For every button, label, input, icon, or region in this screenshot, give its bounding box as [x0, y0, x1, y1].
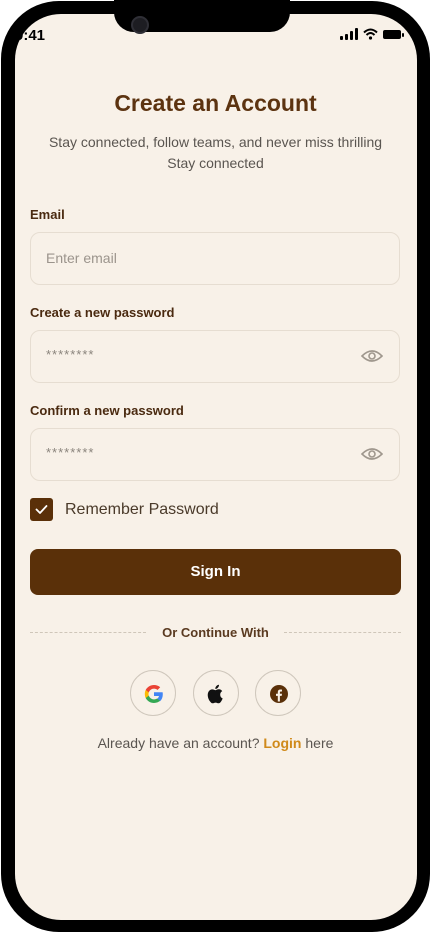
- show-password-icon[interactable]: [361, 348, 383, 364]
- confirm-password-value: ********: [46, 445, 95, 460]
- email-field[interactable]: Enter email: [30, 232, 400, 285]
- status-time: 9:41: [15, 27, 46, 44]
- page-title: Create an Account: [114, 90, 317, 116]
- email-placeholder: Enter email: [46, 250, 117, 266]
- password-value: ********: [46, 347, 95, 362]
- status-icons: [340, 28, 404, 40]
- wifi-icon: [363, 28, 378, 40]
- login-prompt-text: Already have an account?: [97, 735, 260, 751]
- login-prompt-suffix: here: [305, 735, 334, 751]
- battery-icon: [383, 29, 404, 39]
- divider-right: [284, 632, 401, 633]
- google-login-button[interactable]: [130, 670, 176, 716]
- password-field[interactable]: ********: [30, 330, 400, 383]
- apple-login-button[interactable]: [193, 670, 239, 716]
- login-prompt: Already have an account? Login here: [0, 735, 431, 751]
- show-confirm-password-icon[interactable]: [361, 446, 383, 462]
- signal-icon: [340, 28, 358, 40]
- page-subtitle: Stay connected, follow teams, and never …: [48, 134, 383, 171]
- confirm-password-field[interactable]: ********: [30, 428, 400, 481]
- confirm-password-label: Confirm a new password: [30, 403, 184, 418]
- login-link[interactable]: Login: [263, 735, 301, 751]
- sign-in-button[interactable]: Sign In: [30, 549, 401, 595]
- facebook-login-button[interactable]: [255, 670, 301, 716]
- google-icon: [144, 685, 163, 703]
- password-label: Create a new password: [30, 305, 175, 320]
- checkmark-icon: [35, 505, 48, 514]
- remember-password-label[interactable]: Remember Password: [65, 501, 219, 519]
- apple-icon: [207, 684, 223, 704]
- facebook-icon: [270, 685, 288, 703]
- camera-icon: [131, 16, 149, 34]
- remember-password-checkbox[interactable]: [30, 498, 53, 521]
- email-label: Email: [30, 207, 65, 222]
